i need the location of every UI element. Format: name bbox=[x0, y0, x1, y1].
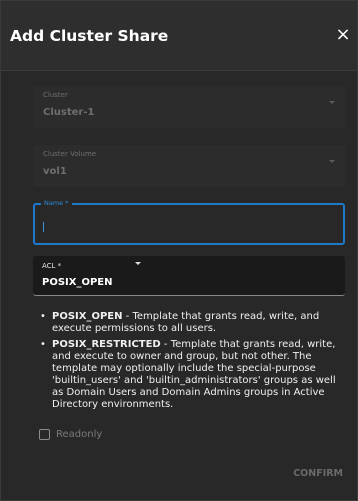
bullet: • bbox=[40, 339, 46, 350]
acl-select[interactable]: ACL * POSIX_OPEN bbox=[33, 256, 345, 296]
dialog-header: Add Cluster Share × bbox=[1, 1, 357, 71]
chevron-down-icon bbox=[329, 101, 335, 104]
readonly-label[interactable]: Readonly bbox=[56, 429, 102, 440]
name-field[interactable]: Name * bbox=[33, 199, 345, 245]
cluster-value: Cluster-1 bbox=[43, 107, 95, 118]
add-cluster-share-dialog: Add Cluster Share × Cluster Cluster-1 Cl… bbox=[0, 0, 358, 501]
chevron-down-icon bbox=[329, 160, 335, 163]
acl-help-term: POSIX_OPEN bbox=[52, 311, 123, 322]
cluster-select: Cluster Cluster-1 bbox=[33, 86, 345, 128]
list-item: • POSIX_OPEN - Template that grants read,… bbox=[39, 311, 341, 335]
text-cursor bbox=[43, 222, 44, 232]
name-input[interactable] bbox=[41, 219, 335, 235]
bullet: • bbox=[40, 311, 46, 322]
cluster-volume-label: Cluster Volume bbox=[43, 150, 97, 158]
cluster-volume-value: vol1 bbox=[43, 166, 67, 177]
dialog-title: Add Cluster Share bbox=[10, 27, 169, 45]
acl-help-list: • POSIX_OPEN - Template that grants read,… bbox=[39, 311, 341, 415]
chevron-down-icon[interactable] bbox=[135, 262, 141, 265]
readonly-checkbox-row[interactable]: Readonly bbox=[39, 427, 102, 441]
cluster-label: Cluster bbox=[43, 91, 68, 99]
acl-value: POSIX_OPEN bbox=[42, 277, 113, 288]
confirm-button[interactable]: CONFIRM bbox=[293, 468, 343, 479]
close-icon[interactable]: × bbox=[335, 25, 351, 45]
acl-help-term: POSIX_RESTRICTED bbox=[52, 339, 161, 350]
acl-label: ACL * bbox=[42, 262, 62, 270]
list-item: • POSIX_RESTRICTED - Template that grants… bbox=[39, 339, 341, 411]
readonly-checkbox[interactable] bbox=[39, 428, 50, 440]
cluster-volume-select: Cluster Volume vol1 bbox=[33, 145, 345, 187]
name-label: Name * bbox=[41, 199, 72, 207]
